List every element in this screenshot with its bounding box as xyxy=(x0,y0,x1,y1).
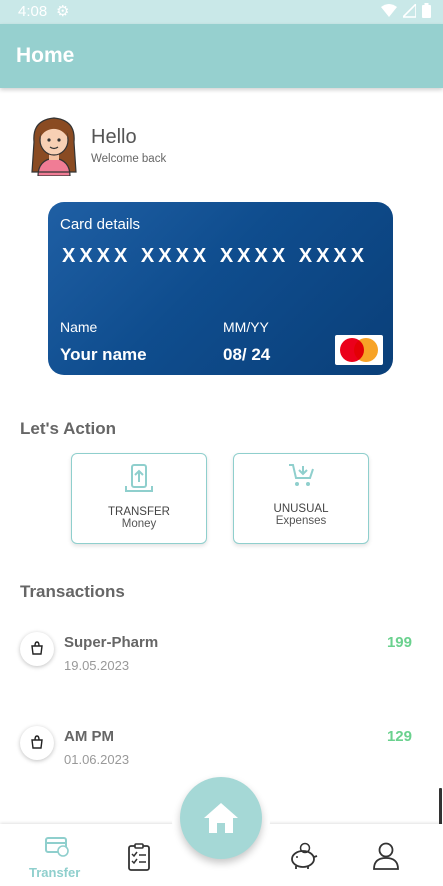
settings-status-icon: ⚙ xyxy=(56,3,70,20)
transaction-amount: 129 xyxy=(386,728,412,745)
card-expiry-label: MM/YY xyxy=(223,319,269,335)
status-icons xyxy=(381,3,431,18)
credit-card[interactable]: Card details XXXX XXXX XXXX XXXX Name Yo… xyxy=(48,202,393,375)
shopping-bag-icon xyxy=(20,632,54,666)
transaction-date: 01.06.2023 xyxy=(64,752,130,767)
transfer-icon xyxy=(45,837,69,857)
nav-transfer[interactable]: Transfer xyxy=(22,824,92,886)
nav-transfer-label: Transfer xyxy=(29,865,81,880)
transaction-amount: 199 xyxy=(386,634,412,651)
greeting-title: Hello xyxy=(91,126,137,148)
home-icon xyxy=(204,803,238,833)
home-button[interactable] xyxy=(180,777,262,859)
greeting-subtitle: Welcome back xyxy=(91,153,167,165)
transfer-label: TRANSFER xyxy=(108,506,170,518)
mastercard-icon xyxy=(335,335,383,365)
app-bar: Home xyxy=(0,24,443,88)
battery-icon xyxy=(422,3,431,18)
unusual-expenses-button[interactable]: UNUSUAL Expenses xyxy=(233,453,369,544)
nav-tasks[interactable] xyxy=(120,824,158,886)
wifi-icon xyxy=(381,3,397,17)
transfer-icon xyxy=(125,464,153,492)
card-name-value: Your name xyxy=(60,345,147,364)
clipboard-icon xyxy=(128,843,150,871)
page-title: Home xyxy=(16,44,75,67)
shopping-bag-icon xyxy=(20,726,54,760)
cart-icon xyxy=(289,464,314,486)
card-title: Card details xyxy=(60,216,141,233)
profile-icon xyxy=(373,842,399,870)
list-item[interactable]: Super-Pharm 19.05.2023 199 xyxy=(0,632,443,692)
unusual-sublabel: Expenses xyxy=(275,515,327,527)
transaction-date: 19.05.2023 xyxy=(64,658,130,673)
card-expiry-value: 08/ 24 xyxy=(223,345,271,364)
nav-profile[interactable] xyxy=(366,824,406,886)
avatar xyxy=(31,117,77,176)
card-name-label: Name xyxy=(60,319,98,335)
actions-title: Let's Action xyxy=(20,419,116,438)
signal-icon xyxy=(403,3,416,18)
nav-savings[interactable] xyxy=(283,824,321,886)
card-number: XXXX XXXX XXXX XXXX xyxy=(62,245,369,267)
piggy-bank-icon xyxy=(291,842,318,869)
transfer-money-button[interactable]: TRANSFER Money xyxy=(71,453,207,544)
transaction-name: Super-Pharm xyxy=(64,634,159,651)
transfer-sublabel: Money xyxy=(121,518,157,530)
unusual-label: UNUSUAL xyxy=(273,503,329,515)
status-bar: 4:08 ⚙ xyxy=(0,0,443,24)
status-time: 4:08 xyxy=(18,3,48,20)
transaction-name: AM PM xyxy=(64,728,114,745)
transactions-title: Transactions xyxy=(20,582,125,601)
